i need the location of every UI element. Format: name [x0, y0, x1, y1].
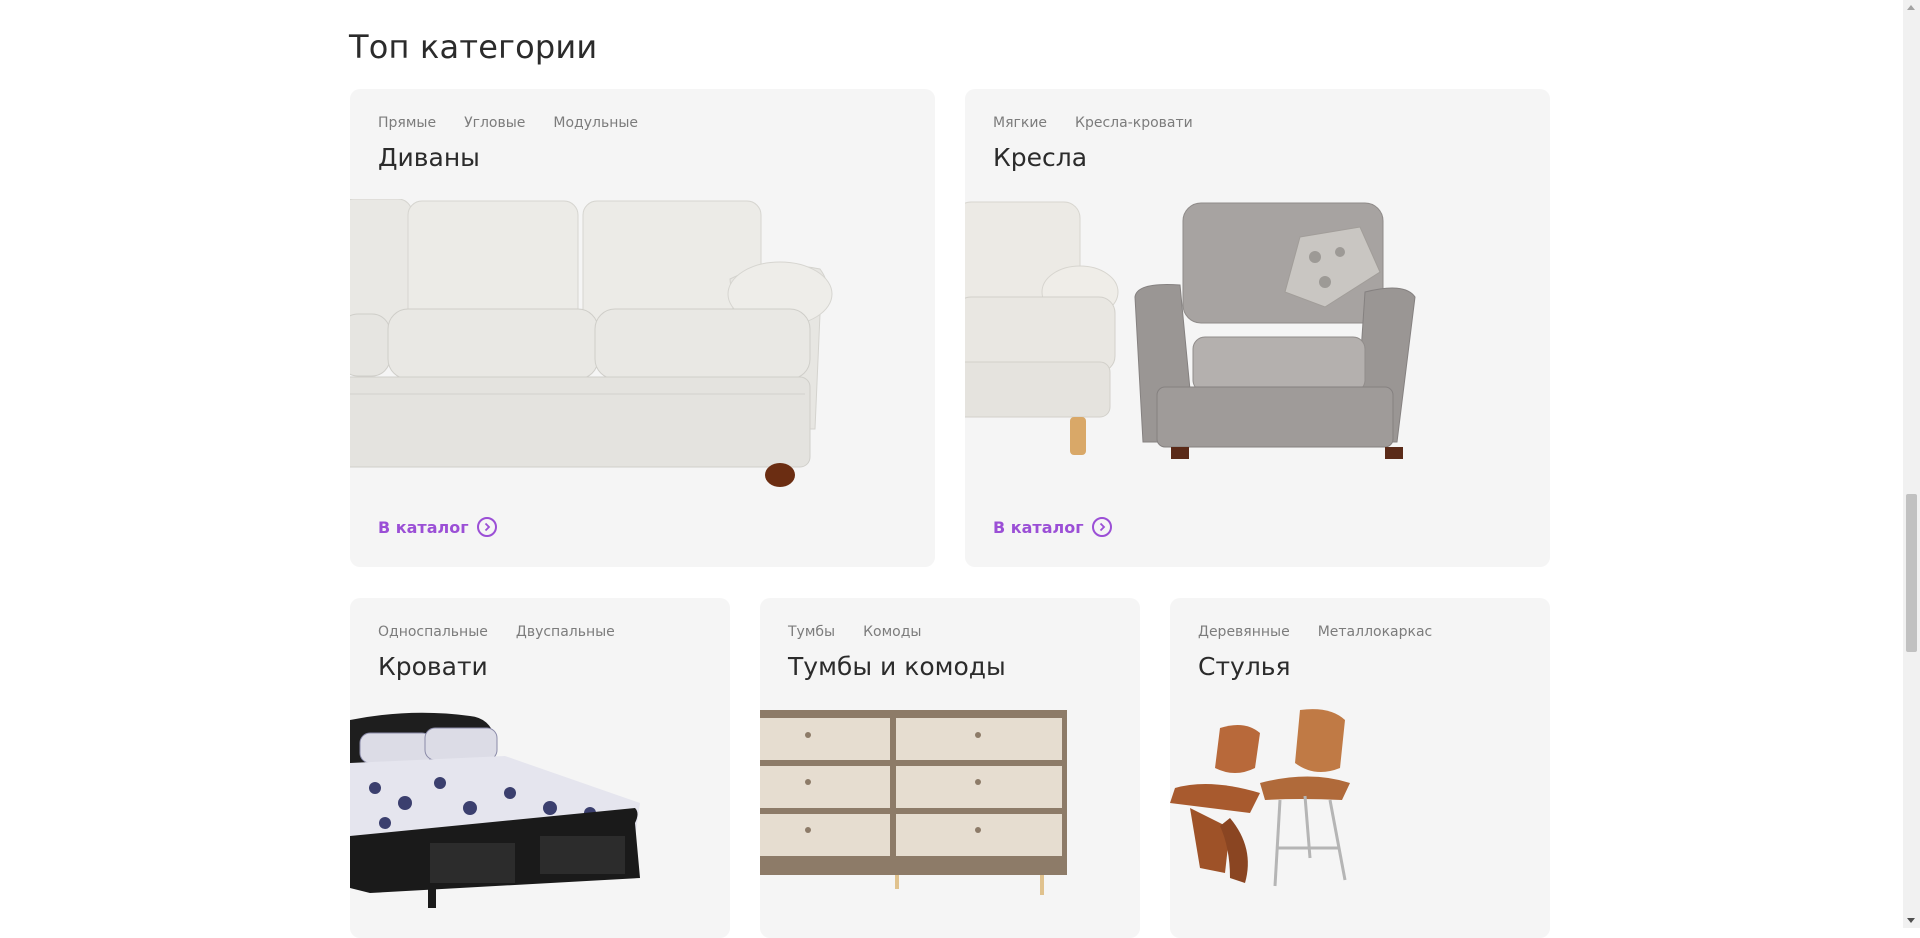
category-card-beds[interactable]: Односпальные Двуспальные Кровати — [350, 598, 730, 938]
tag-link[interactable]: Металлокаркас — [1318, 624, 1433, 640]
scroll-up-icon[interactable] — [1907, 5, 1915, 10]
tag-link[interactable]: Тумбы — [788, 624, 835, 640]
card-title[interactable]: Кровати — [378, 652, 488, 681]
catalog-link-label: В каталог — [993, 517, 1084, 537]
card-title[interactable]: Тумбы и комоды — [788, 652, 1006, 681]
dresser-image — [760, 710, 1067, 895]
card-title[interactable]: Кресла — [993, 143, 1087, 172]
scrollbar[interactable] — [1903, 0, 1920, 928]
catalog-link[interactable]: В каталог — [993, 517, 1112, 537]
tag-link[interactable]: Двуспальные — [516, 624, 615, 640]
tag-link[interactable]: Мягкие — [993, 115, 1047, 131]
scrollbar-thumb[interactable] — [1906, 494, 1917, 652]
tag-link[interactable]: Кресла-кровати — [1075, 115, 1193, 131]
bed-image — [350, 712, 640, 908]
catalog-link[interactable]: В каталог — [378, 517, 497, 537]
card-tags: Деревянные Металлокаркас — [1198, 624, 1432, 640]
card-tags: Мягкие Кресла-кровати — [993, 115, 1193, 131]
chevron-right-icon — [476, 517, 497, 537]
category-card-chairs[interactable]: Деревянные Металлокаркас Стулья — [1170, 598, 1550, 938]
chevron-right-icon — [1091, 517, 1112, 537]
tag-link[interactable]: Односпальные — [378, 624, 488, 640]
sofa-image — [350, 199, 833, 487]
card-tags: Прямые Угловые Модульные — [378, 115, 638, 131]
tag-link[interactable]: Прямые — [378, 115, 436, 131]
catalog-link-label: В каталог — [378, 517, 469, 537]
category-card-armchairs[interactable]: Мягкие Кресла-кровати Кресла В каталог — [965, 89, 1550, 567]
card-tags: Тумбы Комоды — [788, 624, 921, 640]
card-title[interactable]: Стулья — [1198, 652, 1291, 681]
category-card-dressers[interactable]: Тумбы Комоды Тумбы и комоды — [760, 598, 1140, 938]
chairs-image — [1170, 709, 1350, 887]
category-card-sofas[interactable]: Прямые Угловые Модульные Диваны В катало… — [350, 89, 935, 567]
tag-link[interactable]: Модульные — [553, 115, 638, 131]
card-tags: Односпальные Двуспальные — [378, 624, 615, 640]
tag-link[interactable]: Комоды — [863, 624, 921, 640]
armchairs-image — [965, 201, 1416, 459]
card-title[interactable]: Диваны — [378, 143, 480, 172]
section-title: Топ категории — [349, 28, 598, 66]
scroll-down-icon[interactable] — [1907, 918, 1915, 923]
tag-link[interactable]: Угловые — [464, 115, 525, 131]
tag-link[interactable]: Деревянные — [1198, 624, 1290, 640]
